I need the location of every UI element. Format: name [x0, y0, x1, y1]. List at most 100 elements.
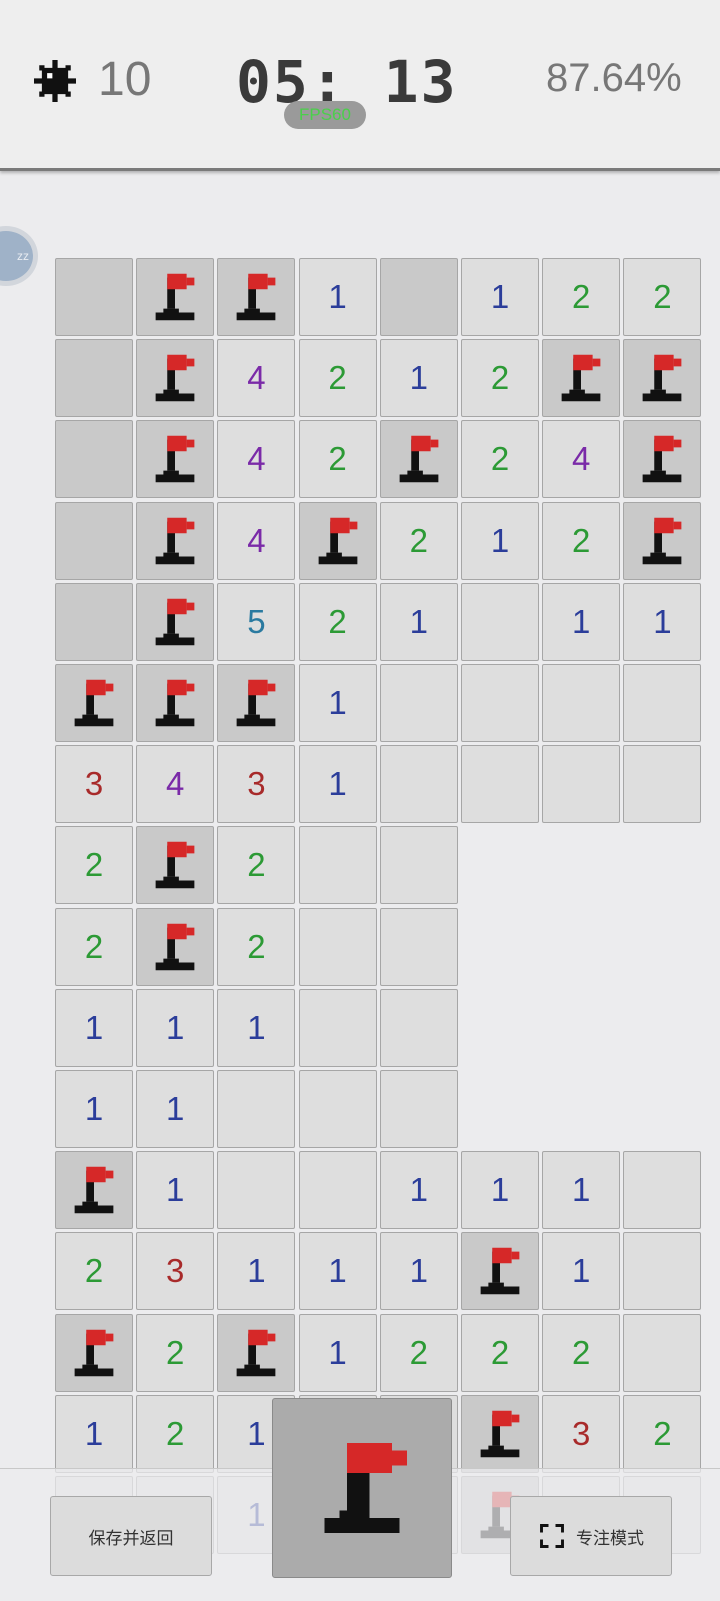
- number-cell[interactable]: 1: [542, 1151, 621, 1230]
- number-cell[interactable]: 1: [379, 582, 458, 661]
- number-cell[interactable]: 2: [461, 420, 539, 499]
- number-cell[interactable]: 3: [55, 745, 133, 824]
- number-cell[interactable]: 2: [298, 339, 377, 418]
- flagged-cell[interactable]: [298, 501, 377, 580]
- flagged-cell[interactable]: [136, 826, 215, 905]
- empty-cell[interactable]: [298, 907, 377, 986]
- number-cell[interactable]: 2: [298, 582, 377, 661]
- empty-cell[interactable]: [298, 826, 377, 905]
- hidden-cell[interactable]: [55, 582, 133, 661]
- flagged-cell[interactable]: [55, 1313, 133, 1392]
- flagged-cell[interactable]: [136, 339, 215, 418]
- flagged-cell[interactable]: [136, 501, 215, 580]
- number-cell[interactable]: 1: [461, 1151, 539, 1230]
- flagged-cell[interactable]: [136, 420, 215, 499]
- flagged-cell[interactable]: [217, 1313, 296, 1392]
- number-cell[interactable]: 2: [136, 1313, 215, 1392]
- number-cell[interactable]: 1: [217, 988, 296, 1067]
- empty-cell[interactable]: [623, 664, 702, 742]
- number-cell[interactable]: 4: [217, 501, 296, 580]
- number-cell[interactable]: 1: [55, 988, 133, 1067]
- number-cell[interactable]: 1: [379, 1232, 458, 1311]
- number-cell[interactable]: 1: [461, 501, 539, 580]
- empty-cell[interactable]: [542, 664, 621, 742]
- number-cell[interactable]: 1: [461, 258, 539, 336]
- flagged-cell[interactable]: [461, 1232, 539, 1311]
- empty-cell[interactable]: [379, 988, 458, 1067]
- empty-cell[interactable]: [623, 1232, 702, 1311]
- number-cell[interactable]: 2: [298, 420, 377, 499]
- empty-cell[interactable]: [623, 1151, 702, 1230]
- number-cell[interactable]: 2: [461, 1313, 539, 1392]
- empty-cell[interactable]: [623, 745, 702, 824]
- flagged-cell[interactable]: [217, 258, 296, 336]
- empty-cell[interactable]: [298, 1070, 377, 1148]
- empty-cell[interactable]: [217, 1070, 296, 1148]
- empty-cell[interactable]: [298, 988, 377, 1067]
- number-cell[interactable]: 3: [136, 1232, 215, 1311]
- number-cell[interactable]: 1: [542, 582, 621, 661]
- flagged-cell[interactable]: [136, 258, 215, 336]
- empty-cell[interactable]: [379, 664, 458, 742]
- flagged-cell[interactable]: [623, 420, 702, 499]
- flagged-cell[interactable]: [542, 339, 621, 418]
- number-cell[interactable]: 1: [55, 1070, 133, 1148]
- number-cell[interactable]: 1: [379, 1151, 458, 1230]
- empty-cell[interactable]: [379, 826, 458, 905]
- number-cell[interactable]: 2: [379, 1313, 458, 1392]
- flagged-cell[interactable]: [136, 907, 215, 986]
- number-cell[interactable]: 1: [55, 1394, 133, 1473]
- empty-cell[interactable]: [623, 1313, 702, 1392]
- number-cell[interactable]: 2: [217, 826, 296, 905]
- number-cell[interactable]: 1: [298, 1232, 377, 1311]
- flagged-cell[interactable]: [623, 501, 702, 580]
- number-cell[interactable]: 2: [461, 339, 539, 418]
- focus-mode-button[interactable]: 专注模式: [510, 1496, 672, 1576]
- number-cell[interactable]: 1: [136, 1151, 215, 1230]
- hidden-cell[interactable]: [379, 258, 458, 336]
- number-cell[interactable]: 1: [298, 745, 377, 824]
- number-cell[interactable]: 5: [217, 582, 296, 661]
- number-cell[interactable]: 2: [542, 258, 621, 336]
- number-cell[interactable]: 1: [136, 988, 215, 1067]
- number-cell[interactable]: 2: [217, 907, 296, 986]
- number-cell[interactable]: 1: [379, 339, 458, 418]
- save-and-return-button[interactable]: 保存并返回: [50, 1496, 212, 1576]
- empty-cell[interactable]: [379, 1070, 458, 1148]
- number-cell[interactable]: 2: [55, 1232, 133, 1311]
- number-cell[interactable]: 2: [379, 501, 458, 580]
- empty-cell[interactable]: [461, 664, 539, 742]
- number-cell[interactable]: 3: [542, 1394, 621, 1473]
- flagged-cell[interactable]: [55, 664, 133, 742]
- empty-cell[interactable]: [298, 1151, 377, 1230]
- flagged-cell[interactable]: [461, 1394, 539, 1473]
- empty-cell[interactable]: [217, 1151, 296, 1230]
- number-cell[interactable]: 2: [542, 501, 621, 580]
- number-cell[interactable]: 4: [217, 420, 296, 499]
- number-cell[interactable]: 1: [542, 1232, 621, 1311]
- number-cell[interactable]: 1: [136, 1070, 215, 1148]
- hidden-cell[interactable]: [55, 339, 133, 418]
- flagged-cell[interactable]: [55, 1151, 133, 1230]
- number-cell[interactable]: 1: [217, 1232, 296, 1311]
- number-cell[interactable]: 2: [55, 907, 133, 986]
- flag-tool-button[interactable]: [272, 1398, 452, 1578]
- empty-cell[interactable]: [379, 745, 458, 824]
- number-cell[interactable]: 4: [136, 745, 215, 824]
- number-cell[interactable]: 1: [623, 582, 702, 661]
- flagged-cell[interactable]: [136, 582, 215, 661]
- empty-cell[interactable]: [461, 582, 539, 661]
- empty-cell[interactable]: [461, 745, 539, 824]
- flagged-cell[interactable]: [379, 420, 458, 499]
- number-cell[interactable]: 1: [298, 258, 377, 336]
- number-cell[interactable]: 1: [298, 664, 377, 742]
- number-cell[interactable]: 4: [542, 420, 621, 499]
- number-cell[interactable]: 2: [623, 1394, 702, 1473]
- empty-cell[interactable]: [379, 907, 458, 986]
- flagged-cell[interactable]: [217, 664, 296, 742]
- number-cell[interactable]: 2: [136, 1394, 215, 1473]
- hidden-cell[interactable]: [55, 420, 133, 499]
- number-cell[interactable]: 3: [217, 745, 296, 824]
- flagged-cell[interactable]: [623, 339, 702, 418]
- number-cell[interactable]: 4: [217, 339, 296, 418]
